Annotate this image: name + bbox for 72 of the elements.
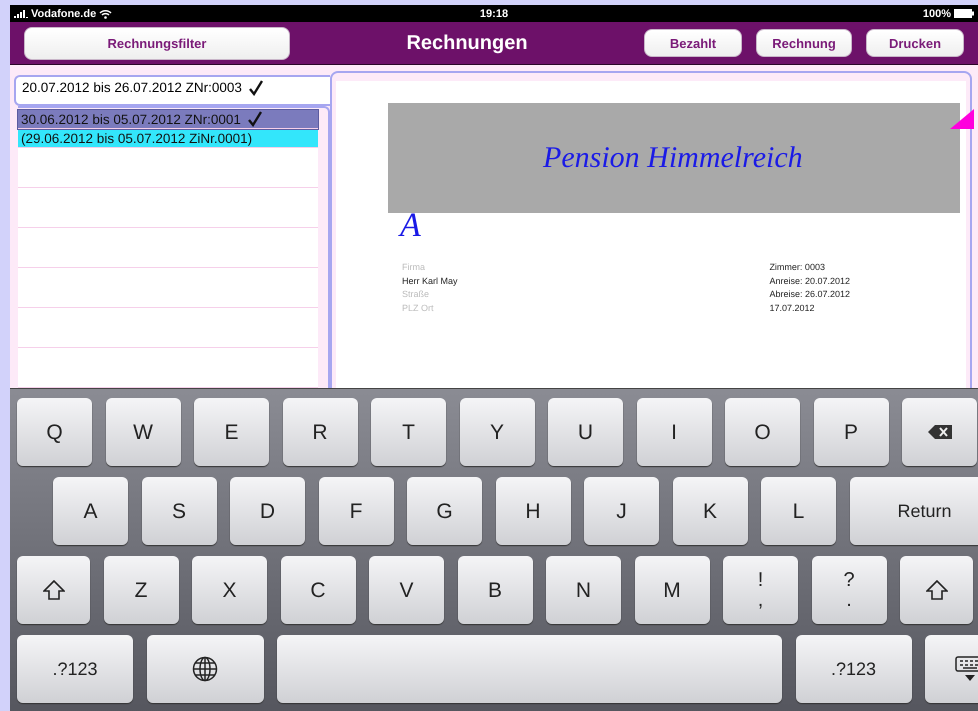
invoice-period: (29.06.2012 bis 05.07.2012 ZiNr.0001) (21, 130, 252, 146)
screen-title: Rechnungen (405, 32, 529, 54)
letter-key[interactable]: G (407, 477, 482, 545)
letter-key[interactable]: V (369, 556, 444, 624)
empty-list-row[interactable] (18, 348, 318, 388)
toolbar-button[interactable]: Rechnung (756, 29, 852, 57)
invoice-period: 20.07.2012 bis 26.07.2012 ZNr:0003 (22, 80, 242, 95)
punctuation-key[interactable]: ? . (812, 556, 886, 624)
clock-time: 19:18 (480, 8, 508, 20)
booking-detail: Anreise: 20.07.2012 (769, 274, 850, 288)
battery-percentage: 100% (922, 8, 951, 20)
letter-key[interactable]: P (814, 398, 888, 466)
globe-icon (192, 656, 218, 682)
letter-key[interactable]: U (548, 398, 623, 466)
empty-list-row[interactable] (18, 188, 318, 228)
invoice-period: 30.06.2012 bis 05.07.2012 ZNr:0001 (21, 112, 241, 126)
letterhead-title: Pension Himmelreich (543, 141, 803, 175)
return-key[interactable]: Return (850, 477, 978, 545)
toolbar-button[interactable]: Drucken (866, 29, 964, 57)
numbers-key[interactable]: .?123 (796, 635, 912, 703)
letter-key[interactable]: S (142, 477, 216, 545)
letter-key[interactable]: M (634, 556, 710, 624)
empty-list-row[interactable] (18, 308, 318, 348)
script-initial: A (400, 207, 421, 244)
letter-key[interactable]: X (192, 556, 267, 624)
page-turn-icon[interactable] (950, 109, 974, 129)
letter-key[interactable]: Z (104, 556, 178, 624)
letter-key[interactable]: E (194, 398, 269, 466)
letter-key[interactable]: B (458, 556, 532, 624)
letter-key[interactable]: C (280, 556, 356, 624)
empty-list-row[interactable] (18, 148, 318, 188)
shift-key[interactable] (900, 556, 973, 624)
invoice-list-row[interactable]: 30.06.2012 bis 05.07.2012 ZNr:0001 (18, 110, 318, 129)
backspace-key[interactable] (902, 398, 977, 466)
letter-key[interactable]: I (636, 398, 712, 466)
letter-key[interactable]: Q (17, 398, 92, 466)
numbers-key[interactable]: .?123 (17, 635, 133, 703)
letter-key[interactable]: Y (460, 398, 534, 466)
hide-keyboard-icon (955, 656, 978, 682)
invoice-list-row[interactable]: (29.06.2012 bis 05.07.2012 ZiNr.0001) (18, 129, 318, 148)
globe-key[interactable] (146, 635, 264, 703)
wifi-icon (99, 8, 112, 18)
letter-key[interactable]: L (761, 477, 836, 545)
filter-button[interactable]: Rechnungsfilter (24, 26, 290, 60)
letter-key[interactable]: J (584, 477, 659, 545)
empty-list-row[interactable] (18, 268, 318, 308)
letter-key[interactable]: D (230, 477, 305, 545)
letter-key[interactable]: A (53, 477, 128, 545)
letter-key[interactable]: K (672, 477, 748, 545)
letter-key[interactable]: O (725, 398, 800, 466)
punctuation-key[interactable]: ! , (723, 556, 798, 624)
booking-detail: Zimmer: 0003 (769, 261, 826, 274)
letter-key[interactable]: N (546, 556, 621, 624)
letter-key[interactable]: F (318, 477, 394, 545)
shift-key[interactable] (17, 556, 90, 624)
letter-key[interactable]: T (371, 398, 446, 466)
letter-key[interactable]: H (496, 477, 570, 545)
carrier-name: Vodafone.de (31, 8, 96, 20)
empty-list-row[interactable] (18, 228, 318, 268)
backspace-icon (928, 425, 952, 439)
booking-detail: Abreise: 26.07.2012 (769, 288, 850, 301)
address-line: Herr Karl May (402, 274, 458, 288)
letter-key[interactable]: R (282, 398, 358, 466)
booking-detail: 17.07.2012 (769, 302, 816, 314)
shift-icon (926, 580, 948, 600)
toolbar-button[interactable]: Bezahlt (644, 29, 742, 57)
battery-icon (954, 9, 974, 18)
shift-icon (42, 580, 64, 600)
signal-icon (14, 10, 28, 18)
letter-key[interactable]: W (106, 398, 180, 466)
space-key[interactable] (277, 635, 782, 703)
current-invoice-item[interactable]: 20.07.2012 bis 26.07.2012 ZNr:0003 (14, 75, 330, 106)
